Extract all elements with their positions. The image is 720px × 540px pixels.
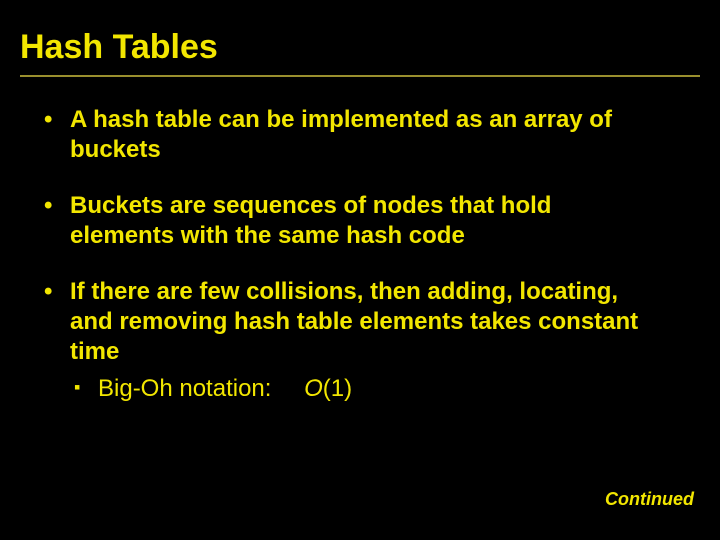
slide: Hash Tables A hash table can be implemen… [0,0,720,540]
bullet-item: Buckets are sequences of nodes that hold… [42,191,660,251]
slide-content: A hash table can be implemented as an ar… [20,105,700,404]
sub-bullet-list: Big-Oh notation: O(1) [70,373,660,404]
bullet-text: If there are few collisions, then adding… [70,278,638,365]
sub-bullet-label: Big-Oh notation: [98,375,271,402]
title-rule [20,75,700,77]
big-oh-value: O(1) [304,375,352,402]
bullet-list: A hash table can be implemented as an ar… [42,105,660,404]
sub-bullet-item: Big-Oh notation: O(1) [70,373,660,404]
continued-label: Continued [605,489,694,510]
slide-title: Hash Tables [20,28,700,67]
bullet-item: A hash table can be implemented as an ar… [42,105,660,165]
bullet-item: If there are few collisions, then adding… [42,277,660,404]
